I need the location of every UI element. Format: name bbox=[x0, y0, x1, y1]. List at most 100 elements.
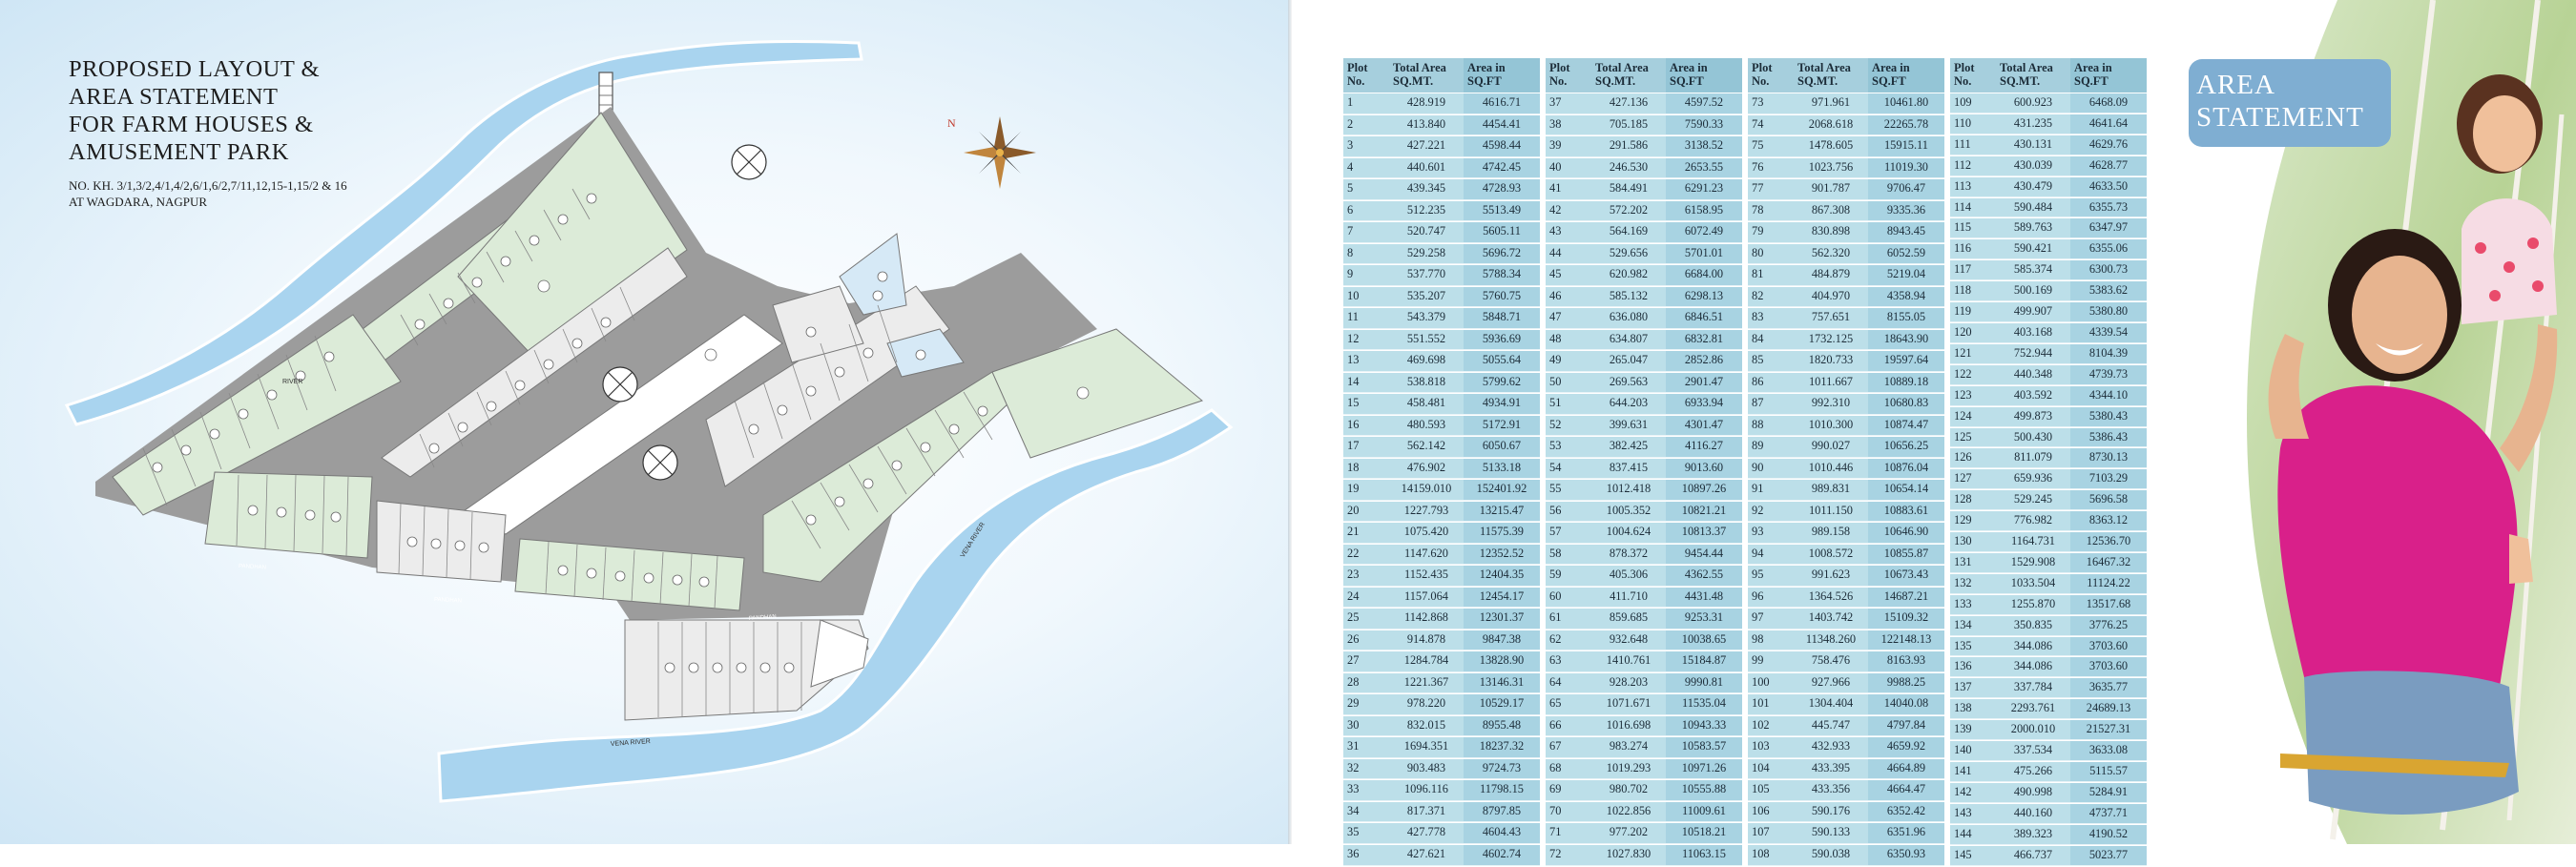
plot-no-cell: 73 bbox=[1748, 93, 1794, 114]
area-sqft-cell: 8797.85 bbox=[1464, 801, 1540, 822]
area-sqmt-cell: 1023.756 bbox=[1794, 157, 1868, 178]
plot-no-cell: 14 bbox=[1343, 372, 1389, 393]
table-row: 115 589.763 6347.97 bbox=[1950, 218, 2147, 239]
area-sqft-cell: 4602.74 bbox=[1464, 844, 1540, 866]
area-sqft-cell: 10656.25 bbox=[1868, 437, 1944, 458]
plot-no-cell: 29 bbox=[1343, 694, 1389, 715]
table-row: 61 859.685 9253.31 bbox=[1546, 609, 1742, 630]
area-sqft-cell: 6052.59 bbox=[1868, 243, 1944, 264]
area-sqft-cell: 9724.73 bbox=[1464, 758, 1540, 779]
plot-no-cell: 39 bbox=[1546, 136, 1591, 157]
table-row: 100 927.966 9988.25 bbox=[1748, 672, 1944, 693]
table-row: 27 1284.784 13828.90 bbox=[1343, 651, 1540, 672]
table-row: 113 430.479 4633.50 bbox=[1950, 176, 2147, 197]
area-sqmt-cell: 562.320 bbox=[1794, 243, 1868, 264]
plot-no-cell: 121 bbox=[1950, 343, 1996, 364]
table-row: 104 433.395 4664.89 bbox=[1748, 758, 1944, 779]
plot-no-cell: 45 bbox=[1546, 265, 1591, 286]
table-row: 90 1010.446 10876.04 bbox=[1748, 458, 1944, 479]
area-sqft-cell: 5115.57 bbox=[2070, 762, 2147, 782]
area-sqft-cell: 4431.48 bbox=[1666, 587, 1742, 608]
plot-no-cell: 103 bbox=[1748, 737, 1794, 758]
area-sqmt-cell: 499.873 bbox=[1996, 406, 2070, 427]
area-sqft-cell: 5936.69 bbox=[1464, 329, 1540, 350]
plot-no-cell: 84 bbox=[1748, 329, 1794, 350]
area-sqmt-cell: 246.530 bbox=[1591, 157, 1666, 178]
plot-no-cell: 83 bbox=[1748, 308, 1794, 329]
area-sqft-cell: 18237.32 bbox=[1464, 737, 1540, 758]
table-row: 29 978.220 10529.17 bbox=[1343, 694, 1540, 715]
plot-no-cell: 52 bbox=[1546, 415, 1591, 436]
area-sqft-cell: 21527.31 bbox=[2070, 720, 2147, 741]
table-row: 144 389.323 4190.52 bbox=[1950, 824, 2147, 845]
area-sqft-cell: 2852.86 bbox=[1666, 351, 1742, 372]
table-row: 73 971.961 10461.80 bbox=[1748, 93, 1944, 114]
area-sqft-cell: 6347.97 bbox=[2070, 218, 2147, 239]
brochure-spread: N RIVER VENA RIVER VENA RIVER PANDHAN PA… bbox=[0, 0, 2576, 866]
table-row: 55 1012.418 10897.26 bbox=[1546, 480, 1742, 501]
table-row: 32 903.483 9724.73 bbox=[1343, 758, 1540, 779]
plot-no-cell: 119 bbox=[1950, 302, 1996, 322]
area-sqft-cell: 9454.44 bbox=[1666, 544, 1742, 565]
plot-no-cell: 40 bbox=[1546, 157, 1591, 178]
header-total-area: Total Area SQ.MT. bbox=[1794, 58, 1868, 93]
area-sqmt-cell: 431.235 bbox=[1996, 114, 2070, 134]
plot-no-cell: 68 bbox=[1546, 758, 1591, 779]
header-plot: Plot No. bbox=[1748, 58, 1794, 93]
area-sqft-cell: 5219.04 bbox=[1868, 265, 1944, 286]
area-sqft-cell: 6351.96 bbox=[1868, 823, 1944, 844]
area-sqft-cell: 6350.93 bbox=[1868, 844, 1944, 866]
plot-no-cell: 133 bbox=[1950, 594, 1996, 615]
area-sqft-cell: 5386.43 bbox=[2070, 427, 2147, 448]
table-row: 117 585.374 6300.73 bbox=[1950, 260, 2147, 281]
area-sqmt-cell: 830.898 bbox=[1794, 222, 1868, 243]
table-row: 92 1011.150 10883.61 bbox=[1748, 501, 1944, 522]
river-label-upper: RIVER bbox=[282, 379, 302, 385]
area-sqft-cell: 4628.77 bbox=[2070, 155, 2147, 176]
plot-no-cell: 37 bbox=[1546, 93, 1591, 114]
table-row: 123 403.592 4344.10 bbox=[1950, 385, 2147, 406]
area-sqft-cell: 24689.13 bbox=[2070, 699, 2147, 720]
area-sqft-cell: 13146.31 bbox=[1464, 672, 1540, 693]
table-row: 101 1304.404 14040.08 bbox=[1748, 694, 1944, 715]
area-sqmt-cell: 529.245 bbox=[1996, 490, 2070, 511]
area-sqmt-cell: 389.323 bbox=[1996, 824, 2070, 845]
area-sqmt-cell: 1096.116 bbox=[1389, 780, 1464, 801]
plot-no-cell: 96 bbox=[1748, 587, 1794, 608]
area-sqmt-cell: 440.601 bbox=[1389, 157, 1464, 178]
plot-no-cell: 98 bbox=[1748, 630, 1794, 650]
plot-no-cell: 116 bbox=[1950, 239, 1996, 260]
area-sqft-cell: 6468.09 bbox=[2070, 93, 2147, 114]
plot-no-cell: 35 bbox=[1343, 823, 1389, 844]
area-statement-tables: Plot No. Total Area SQ.MT. Area in SQ.FT 1 428.… bbox=[1343, 57, 2147, 867]
area-sqmt-cell: 1010.300 bbox=[1794, 415, 1868, 436]
area-sqft-cell: 11575.39 bbox=[1464, 523, 1540, 544]
area-sqmt-cell: 1410.761 bbox=[1591, 651, 1666, 672]
area-sqft-cell: 6072.49 bbox=[1666, 222, 1742, 243]
plot-no-cell: 67 bbox=[1546, 737, 1591, 758]
area-sqmt-cell: 500.430 bbox=[1996, 427, 2070, 448]
area-sqft-cell: 11009.61 bbox=[1666, 801, 1742, 822]
area-sqft-cell: 9847.38 bbox=[1464, 630, 1540, 650]
plot-no-cell: 78 bbox=[1748, 200, 1794, 221]
area-sqmt-cell: 901.787 bbox=[1794, 179, 1868, 200]
area-sqmt-cell: 432.933 bbox=[1794, 737, 1868, 758]
plot-no-cell: 54 bbox=[1546, 458, 1591, 479]
plot-no-cell: 95 bbox=[1748, 566, 1794, 587]
plot-no-cell: 70 bbox=[1546, 801, 1591, 822]
table-row: 6 512.235 5513.49 bbox=[1343, 200, 1540, 221]
area-sqft-cell: 11019.30 bbox=[1868, 157, 1944, 178]
area-sqft-cell: 3776.25 bbox=[2070, 615, 2147, 636]
plot-no-cell: 19 bbox=[1343, 480, 1389, 501]
area-sqmt-cell: 758.476 bbox=[1794, 651, 1868, 672]
area-sqmt-cell: 430.131 bbox=[1996, 134, 2070, 155]
table-row: 47 636.080 6846.51 bbox=[1546, 308, 1742, 329]
area-sqmt-cell: 413.840 bbox=[1389, 114, 1464, 135]
area-sqft-cell: 11798.15 bbox=[1464, 780, 1540, 801]
plot-block-blue-top bbox=[839, 233, 907, 316]
area-sqmt-cell: 971.961 bbox=[1794, 93, 1868, 114]
area-sqft-cell: 11063.15 bbox=[1666, 844, 1742, 866]
area-sqmt-cell: 1732.125 bbox=[1794, 329, 1868, 350]
area-sqft-cell: 2653.55 bbox=[1666, 157, 1742, 178]
area-sqft-cell: 7103.29 bbox=[2070, 469, 2147, 490]
